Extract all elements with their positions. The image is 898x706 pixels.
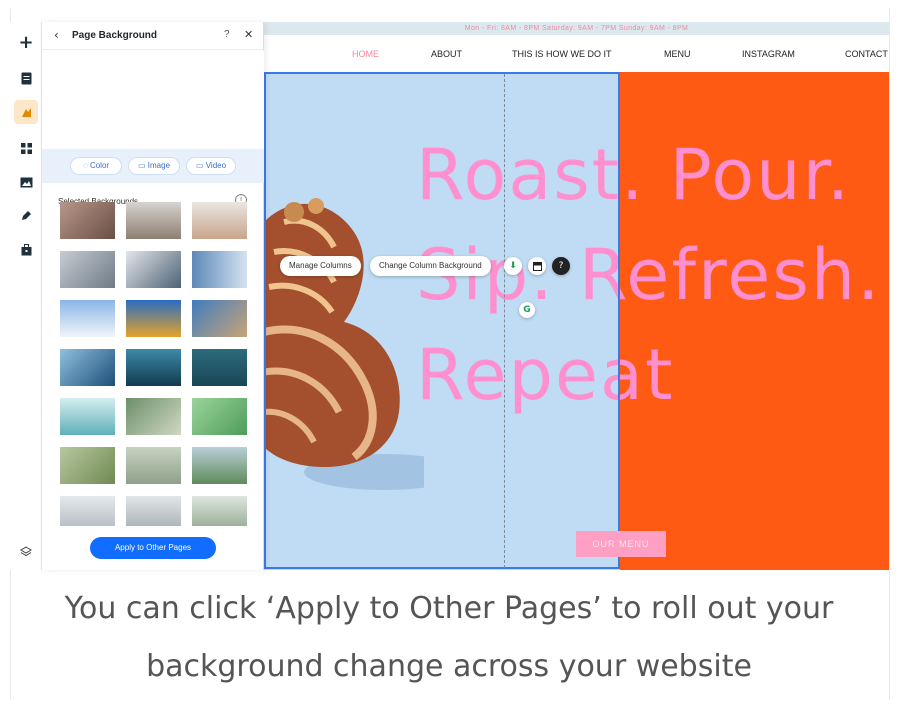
pages-icon[interactable] — [14, 66, 38, 90]
tab-image-label: Image — [147, 161, 171, 170]
background-type-tabs: ◌ Color ▭ Image ▭ Video — [42, 149, 264, 183]
background-thumb[interactable] — [60, 300, 115, 337]
tab-video[interactable]: ▭ Video — [186, 157, 236, 175]
change-column-background-button[interactable]: Change Column Background — [370, 256, 491, 276]
page-background-panel: ‹ Page Background ? ✕ ◌ Color ▭ Image ▭ … — [42, 22, 264, 570]
background-thumb[interactable] — [192, 349, 247, 386]
nav-item-contact[interactable]: CONTACT — [845, 49, 888, 59]
tab-video-label: Video — [205, 161, 227, 170]
background-thumb[interactable] — [126, 496, 181, 526]
close-icon[interactable]: ✕ — [244, 28, 253, 41]
caption-line-1: You can click ‘Apply to Other Pages’ to … — [64, 591, 834, 626]
background-thumb[interactable] — [126, 398, 181, 435]
video-icon: ▭ — [195, 161, 204, 170]
background-thumb[interactable] — [60, 398, 115, 435]
background-thumb[interactable] — [126, 300, 181, 337]
panel-help-icon[interactable]: ? — [224, 29, 230, 40]
color-icon: ◌ — [82, 161, 88, 170]
nav-item-instagram[interactable]: INSTAGRAM — [742, 49, 795, 59]
background-thumb[interactable] — [60, 251, 115, 288]
panel-header: ‹ Page Background ? ✕ — [42, 22, 264, 50]
back-icon[interactable]: ‹ — [54, 28, 59, 42]
our-menu-button[interactable]: OUR MENU — [576, 531, 666, 557]
background-thumb[interactable] — [126, 251, 181, 288]
design-icon[interactable] — [14, 100, 38, 124]
background-thumb[interactable] — [60, 496, 115, 526]
hours-bar: Mon - Fri: 8AM - 8PM Saturday: 9AM - 7PM… — [264, 22, 889, 35]
column-selection-outline — [264, 72, 620, 569]
background-thumb[interactable] — [126, 447, 181, 484]
image-icon: ▭ — [137, 161, 146, 170]
layers-icon[interactable] — [14, 540, 38, 564]
nav-item-how[interactable]: THIS IS HOW WE DO IT — [512, 49, 612, 59]
site-canvas: Mon - Fri: 8AM - 8PM Saturday: 9AM - 7PM… — [264, 22, 889, 570]
business-icon[interactable] — [14, 238, 38, 262]
tab-image[interactable]: ▭ Image — [128, 157, 180, 175]
tab-color-label: Color — [89, 161, 110, 170]
background-thumb[interactable] — [192, 300, 247, 337]
caption-line-2: background change across your website — [146, 649, 752, 684]
background-thumb[interactable] — [126, 349, 181, 386]
grammarly-icon: G — [519, 302, 535, 318]
media-icon[interactable] — [14, 170, 38, 194]
background-thumb[interactable] — [192, 398, 247, 435]
left-toolbar: + — [10, 22, 42, 570]
background-thumb[interactable] — [126, 202, 181, 239]
background-thumb[interactable] — [192, 202, 247, 239]
background-preview — [42, 51, 264, 149]
background-thumb[interactable] — [60, 447, 115, 484]
add-icon[interactable]: + — [14, 30, 38, 54]
tab-color[interactable]: ◌ Color — [70, 157, 122, 175]
nav-item-about[interactable]: ABOUT — [431, 49, 462, 59]
apps-icon[interactable] — [14, 136, 38, 160]
nav-item-menu[interactable]: MENU — [664, 49, 691, 59]
background-thumb[interactable] — [192, 447, 247, 484]
background-thumb[interactable] — [60, 349, 115, 386]
move-down-icon[interactable]: ⬇ — [504, 257, 522, 275]
manage-columns-button[interactable]: Manage Columns — [280, 256, 361, 276]
nav-item-home[interactable]: HOME — [352, 49, 379, 59]
site-nav: HOME ABOUT THIS IS HOW WE DO IT MENU INS… — [264, 36, 889, 72]
background-thumb[interactable] — [60, 202, 115, 239]
caption: You can click ‘Apply to Other Pages’ to … — [20, 580, 878, 696]
apply-to-other-pages-button[interactable]: Apply to Other Pages — [90, 537, 216, 559]
column-divider-guide — [504, 74, 505, 568]
background-thumb[interactable] — [192, 251, 247, 288]
help-icon[interactable]: ? — [552, 257, 570, 275]
layout-icon[interactable] — [528, 257, 546, 275]
background-thumb[interactable] — [192, 496, 247, 526]
panel-title: Page Background — [72, 30, 158, 41]
blog-icon[interactable] — [14, 204, 38, 228]
